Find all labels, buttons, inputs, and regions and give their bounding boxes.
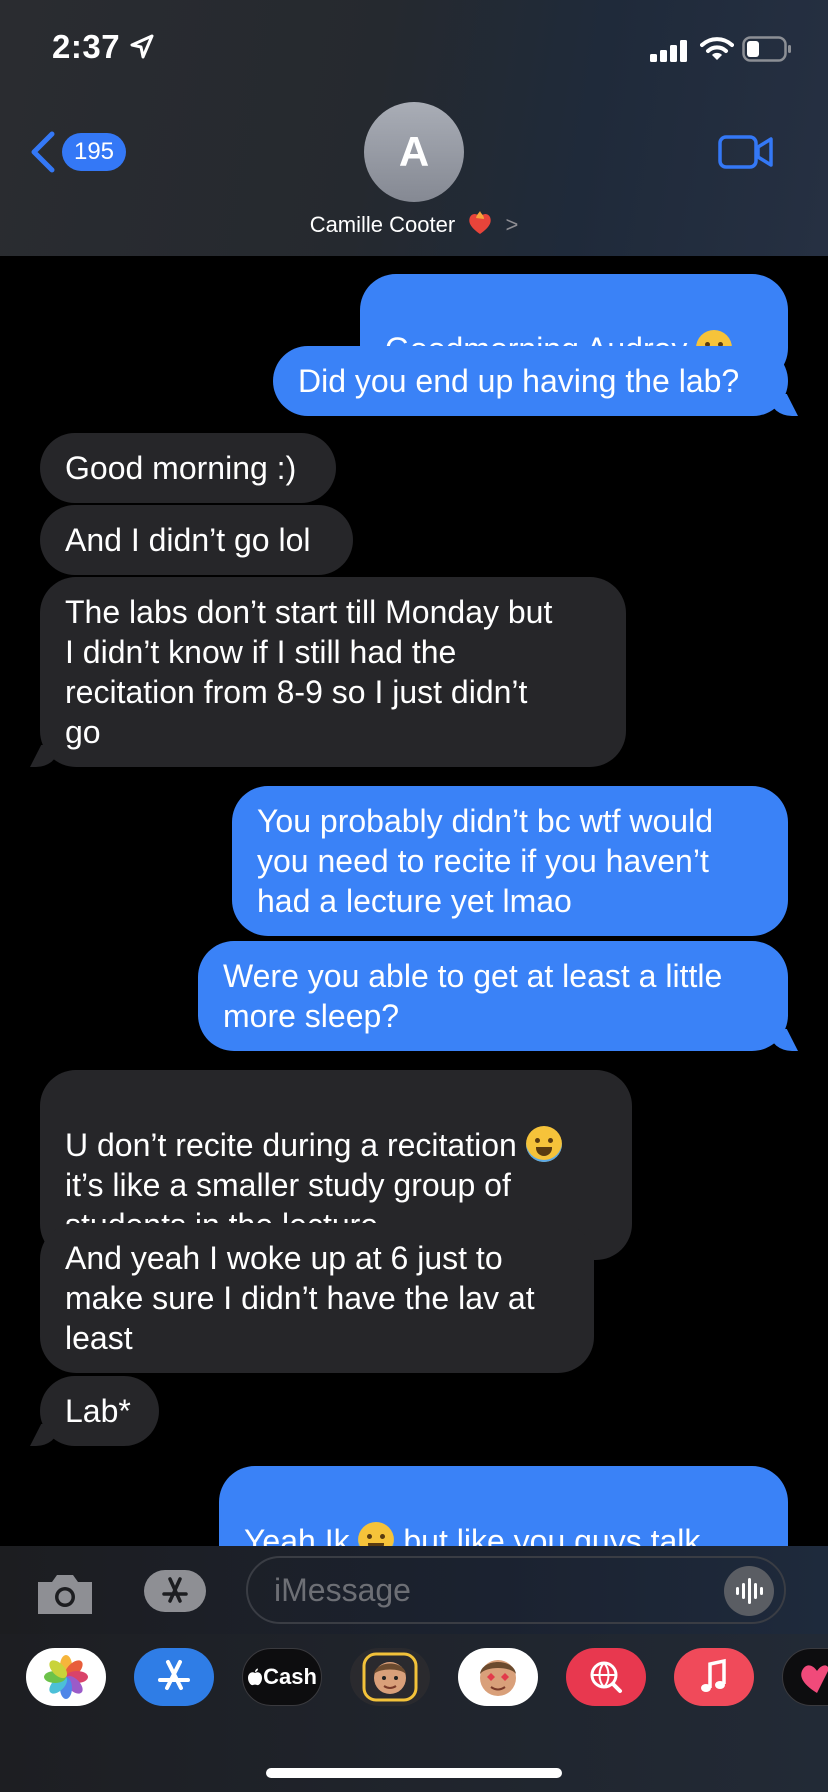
battery-icon [742,36,791,62]
heart-on-fire-icon [469,211,492,234]
heart-icon [801,1665,828,1693]
waveform-icon [736,1578,763,1604]
music-app-button[interactable] [674,1648,754,1706]
message-bubble-received[interactable]: Lab* [40,1376,159,1446]
crying-face-icon [358,1522,395,1546]
message-bubble-received[interactable]: And yeah I woke up at 6 just to make sur… [40,1223,594,1373]
app-store-logo-icon [158,1660,190,1690]
facetime-video-icon[interactable] [718,134,774,170]
compose-bar [0,1546,828,1634]
audio-message-button[interactable] [724,1566,774,1616]
digital-touch-app-button[interactable] [782,1648,828,1706]
location-arrow-icon [130,34,154,59]
cellular-signal-icon [650,40,687,62]
message-bubble-received[interactable]: And I didn’t go lol [40,505,353,575]
imessage-input[interactable] [246,1556,786,1624]
contact-name: Camille Cooter [309,212,456,237]
images-search-app-button[interactable] [566,1648,646,1706]
contact-details-button[interactable]: Camille Cooter > [0,210,828,238]
memoji-icon [362,1652,418,1702]
home-indicator[interactable] [266,1768,562,1778]
unread-count-badge: 195 [62,133,126,171]
memoji-stickers-app-button[interactable] [350,1648,430,1706]
back-button[interactable]: 195 [28,128,138,176]
conversation-header: 2:37 195 A Camille Cooter > [0,0,828,256]
message-bubble-sent[interactable]: Yeah Ik but like you guys talk (recite) … [219,1466,788,1546]
message-bubble-sent[interactable]: You probably didn’t bc wtf would you nee… [232,786,788,936]
message-bubble-received[interactable]: The labs don’t start till Monday but I d… [40,577,626,767]
apple-cash-label: Cash [263,1664,317,1689]
message-bubble-received[interactable]: Good morning :) [40,433,336,503]
message-thread[interactable]: Goodmorning Audrey Did you end up having… [0,256,828,1546]
animoji-app-button[interactable] [458,1648,538,1706]
app-drawer: Cash [0,1634,828,1792]
message-bubble-sent[interactable]: Did you end up having the lab? [273,346,788,416]
music-note-icon [701,1658,726,1692]
chevron-left-icon [31,131,55,173]
camera-icon[interactable] [34,1570,96,1616]
app-store-icon[interactable] [138,1568,212,1614]
heart-eyes-memoji-icon [480,1660,516,1696]
globe-search-icon [590,1661,622,1693]
apple-logo-icon [248,1668,263,1686]
photos-app-button[interactable] [26,1648,106,1706]
contact-avatar[interactable]: A [364,102,464,202]
app-store-app-button[interactable] [134,1648,214,1706]
status-time: 2:37 [52,28,121,65]
crying-face-icon [525,1126,562,1162]
apple-cash-app-button[interactable]: Cash [242,1648,322,1706]
message-bubble-sent[interactable]: Were you able to get at least a little m… [198,941,788,1051]
wifi-icon [700,37,734,60]
photos-icon [44,1655,88,1699]
chevron-right-icon: > [505,212,519,237]
